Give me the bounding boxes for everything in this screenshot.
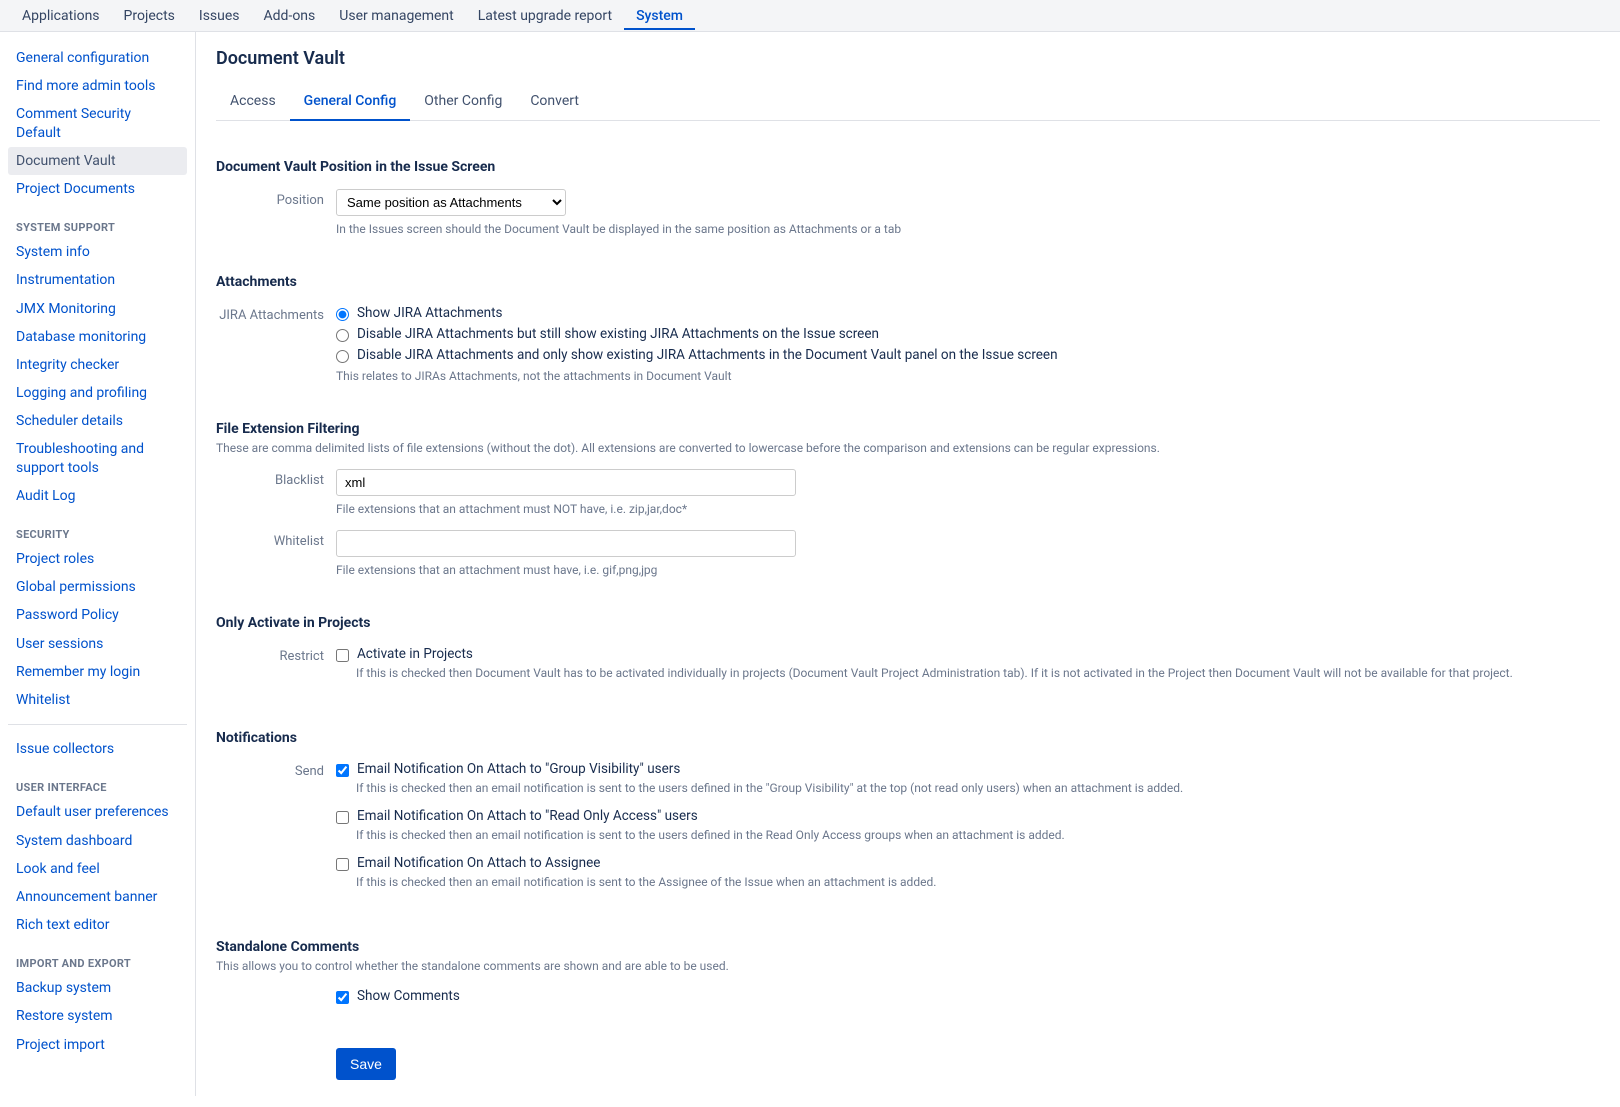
sidebar-divider [8,724,187,725]
notify-help-2: If this is checked then an email notific… [356,875,1600,889]
activate-option-label: Activate in Projects [357,645,473,662]
blacklist-help: File extensions that an attachment must … [336,502,1600,516]
sidebar-heading: Import and Export [8,939,187,974]
notify-label-1: Email Notification On Attach to "Read On… [357,807,698,824]
attachments-help: This relates to JIRAs Attachments, not t… [336,369,1600,383]
sidebar-item-system-dashboard[interactable]: System dashboard [8,827,187,855]
notify-checkbox-0[interactable] [336,764,349,777]
blacklist-label: Blacklist [216,469,336,488]
tab-general-config[interactable]: General Config [290,83,411,121]
sidebar-heading: Security [8,510,187,545]
attachments-radio-label-0: Show JIRA Attachments [357,304,502,321]
sidebar-item-rich-text-editor[interactable]: Rich text editor [8,911,187,939]
sidebar-item-user-sessions[interactable]: User sessions [8,630,187,658]
section-filter-title: File Extension Filtering [216,421,1600,437]
show-comments-label: Show Comments [357,987,460,1004]
attachments-radio-label-1: Disable JIRA Attachments but still show … [357,325,879,342]
whitelist-input[interactable] [336,530,796,557]
sidebar-item-integrity-checker[interactable]: Integrity checker [8,351,187,379]
position-help: In the Issues screen should the Document… [336,222,1600,236]
notifications-label: Send [216,760,336,779]
attachments-radio-1[interactable] [336,329,349,342]
activate-checkbox[interactable] [336,649,349,662]
topnav-user-management[interactable]: User management [327,2,465,30]
blacklist-input[interactable] [336,469,796,496]
section-position-title: Document Vault Position in the Issue Scr… [216,159,1600,175]
sidebar-item-password-policy[interactable]: Password Policy [8,601,187,629]
sidebar-item-look-and-feel[interactable]: Look and feel [8,855,187,883]
sidebar-item-project-import[interactable]: Project import [8,1031,187,1059]
sidebar-item-project-roles[interactable]: Project roles [8,545,187,573]
attachments-radio-label-2: Disable JIRA Attachments and only show e… [357,346,1058,363]
topnav-applications[interactable]: Applications [10,2,112,30]
sidebar-heading: User Interface [8,763,187,798]
notify-help-1: If this is checked then an email notific… [356,828,1600,842]
sidebar-item-find-more-admin-tools[interactable]: Find more admin tools [8,72,187,100]
activate-label: Restrict [216,645,336,664]
sidebar-item-default-user-preferences[interactable]: Default user preferences [8,798,187,826]
sidebar-item-jmx-monitoring[interactable]: JMX Monitoring [8,295,187,323]
sidebar-item-system-info[interactable]: System info [8,238,187,266]
position-select[interactable]: Same position as Attachments [336,189,566,216]
sidebar: General configurationFind more admin too… [0,32,195,1096]
topnav-add-ons[interactable]: Add-ons [252,2,328,30]
sidebar-heading: System Support [8,203,187,238]
section-filter-desc: These are comma delimited lists of file … [216,441,1600,455]
sidebar-item-audit-log[interactable]: Audit Log [8,482,187,510]
tab-access[interactable]: Access [216,83,290,120]
sidebar-item-restore-system[interactable]: Restore system [8,1002,187,1030]
sidebar-item-general-configuration[interactable]: General configuration [8,44,187,72]
whitelist-label: Whitelist [216,530,336,549]
topnav-issues[interactable]: Issues [187,2,252,30]
sidebar-item-logging-and-profiling[interactable]: Logging and profiling [8,379,187,407]
topnav-system[interactable]: System [624,2,695,30]
section-notifications-title: Notifications [216,730,1600,746]
section-activate-title: Only Activate in Projects [216,615,1600,631]
attachments-radio-2[interactable] [336,350,349,363]
notify-help-0: If this is checked then an email notific… [356,781,1600,795]
sidebar-item-whitelist[interactable]: Whitelist [8,686,187,714]
sidebar-item-global-permissions[interactable]: Global permissions [8,573,187,601]
sidebar-item-issue-collectors[interactable]: Issue collectors [8,735,187,763]
sidebar-item-announcement-banner[interactable]: Announcement banner [8,883,187,911]
notify-checkbox-2[interactable] [336,858,349,871]
attachments-radio-0[interactable] [336,308,349,321]
section-comments-desc: This allows you to control whether the s… [216,959,1600,973]
section-attachments-title: Attachments [216,274,1600,290]
notify-checkbox-1[interactable] [336,811,349,824]
tab-other-config[interactable]: Other Config [410,83,516,120]
attachments-label: JIRA Attachments [216,304,336,323]
sidebar-item-instrumentation[interactable]: Instrumentation [8,266,187,294]
tab-convert[interactable]: Convert [516,83,593,120]
page-title: Document Vault [216,48,1600,75]
section-comments-title: Standalone Comments [216,939,1600,955]
activate-help: If this is checked then Document Vault h… [356,666,1600,680]
notify-label-2: Email Notification On Attach to Assignee [357,854,600,871]
sidebar-item-database-monitoring[interactable]: Database monitoring [8,323,187,351]
sidebar-item-remember-my-login[interactable]: Remember my login [8,658,187,686]
whitelist-help: File extensions that an attachment must … [336,563,1600,577]
topnav-projects[interactable]: Projects [112,2,187,30]
main-content: Document Vault AccessGeneral ConfigOther… [195,32,1620,1096]
sidebar-item-backup-system[interactable]: Backup system [8,974,187,1002]
sidebar-item-document-vault[interactable]: Document Vault [8,147,187,175]
topnav-latest-upgrade-report[interactable]: Latest upgrade report [466,2,624,30]
sidebar-item-troubleshooting-and-support-tools[interactable]: Troubleshooting and support tools [8,435,187,481]
sidebar-item-scheduler-details[interactable]: Scheduler details [8,407,187,435]
sidebar-item-project-documents[interactable]: Project Documents [8,175,187,203]
top-navigation: ApplicationsProjectsIssuesAdd-onsUser ma… [0,0,1620,32]
notify-label-0: Email Notification On Attach to "Group V… [357,760,680,777]
position-label: Position [216,189,336,208]
sidebar-item-comment-security-default[interactable]: Comment Security Default [8,100,187,146]
tabs: AccessGeneral ConfigOther ConfigConvert [216,83,1600,121]
save-button[interactable]: Save [336,1048,396,1080]
show-comments-checkbox[interactable] [336,991,349,1004]
